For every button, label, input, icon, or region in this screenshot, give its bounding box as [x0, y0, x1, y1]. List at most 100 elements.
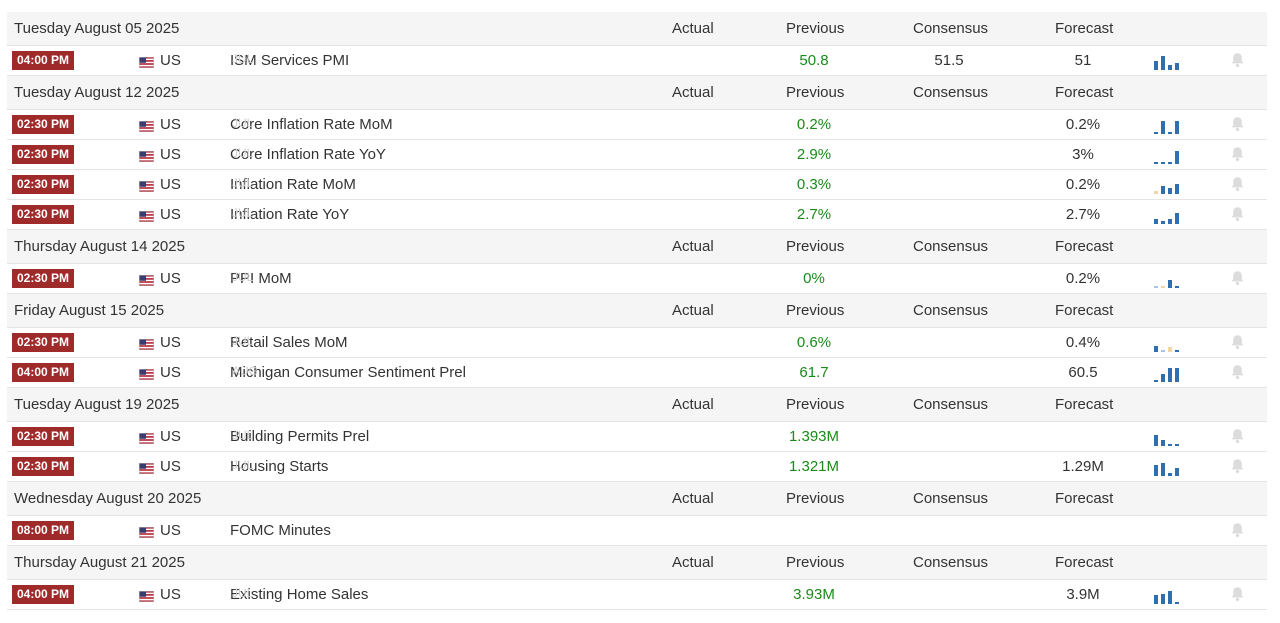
column-header-previous: Previous	[786, 490, 845, 507]
sparkline-bar	[1168, 473, 1172, 476]
event-row[interactable]: 02:30 PM US Building Permits Prel JUL 1.393M	[7, 422, 1267, 452]
column-header-forecast: Forecast	[1055, 554, 1114, 571]
sparkline-bar	[1175, 184, 1179, 194]
sparkline-bar	[1175, 121, 1179, 134]
bell-icon[interactable]	[1230, 428, 1245, 444]
sparkline-bar	[1175, 468, 1179, 476]
event-title: FOMC Minutes	[230, 522, 331, 539]
us-flag-icon	[139, 525, 154, 538]
column-header-consensus: Consensus	[913, 302, 989, 319]
sparkline-chart[interactable]	[1154, 143, 1184, 164]
sparkline-chart[interactable]	[1154, 455, 1184, 476]
sparkline-bar	[1161, 374, 1165, 382]
sparkline-bar	[1168, 162, 1172, 164]
time-badge: 04:00 PM	[12, 363, 74, 382]
us-flag-icon	[139, 461, 154, 474]
event-row[interactable]: 02:30 PM US Inflation Rate YoY JUL 2.7% 2.7%	[7, 200, 1267, 230]
event-row[interactable]: 02:30 PM US Core Inflation Rate YoY JUL 2.9%…	[7, 140, 1267, 170]
sparkline-chart[interactable]	[1154, 361, 1184, 382]
event-row[interactable]: 04:00 PM US Existing Home Sales JUL 3.93M 3.9…	[7, 580, 1267, 610]
previous-value: 2.7%	[796, 206, 832, 223]
time-badge: 02:30 PM	[12, 115, 74, 134]
sparkline-bar	[1154, 465, 1158, 476]
reference-period: JUL	[232, 116, 254, 130]
sparkline-chart[interactable]	[1154, 203, 1184, 224]
bell-icon[interactable]	[1230, 116, 1245, 132]
sparkline-chart[interactable]	[1154, 267, 1184, 288]
forecast-value: 3%	[1072, 146, 1094, 163]
sparkline-bar	[1168, 591, 1172, 604]
sparkline-bar	[1154, 162, 1158, 164]
bell-icon[interactable]	[1230, 270, 1245, 286]
event-row[interactable]: 04:00 PM US Michigan Consumer Sentiment Pr…	[7, 358, 1267, 388]
date-header: Tuesday August 05 2025 Actual Previous Cons…	[7, 12, 1267, 46]
sparkline-chart[interactable]	[1154, 331, 1184, 352]
reference-period: JUL	[232, 146, 254, 160]
bell-icon[interactable]	[1230, 176, 1245, 192]
event-row[interactable]: 02:30 PM US Inflation Rate MoM JUL 0.3% 0.2%	[7, 170, 1267, 200]
column-header-previous: Previous	[786, 302, 845, 319]
bell-icon[interactable]	[1230, 364, 1245, 380]
sparkline-bar	[1161, 121, 1165, 134]
country-label: US	[160, 206, 181, 223]
column-header-forecast: Forecast	[1055, 490, 1114, 507]
sparkline-chart[interactable]	[1154, 113, 1184, 134]
column-header-forecast: Forecast	[1055, 20, 1114, 37]
previous-value: 0%	[803, 270, 825, 287]
bell-icon[interactable]	[1230, 52, 1245, 68]
sparkline-bar	[1175, 286, 1179, 288]
event-row[interactable]: 04:00 PM US ISM Services PMI JUL 50.8 51.5 51	[7, 46, 1267, 76]
reference-period: JUL	[232, 176, 254, 190]
column-header-forecast: Forecast	[1055, 84, 1114, 101]
economic-calendar: Tuesday August 05 2025 Actual Previous Cons…	[7, 12, 1267, 610]
forecast-value: 0.2%	[1065, 116, 1101, 133]
date-label: Thursday August 14 2025	[14, 238, 185, 255]
forecast-value: 3.9M	[1066, 586, 1100, 603]
time-badge: 02:30 PM	[12, 175, 74, 194]
sparkline-bar	[1161, 221, 1165, 224]
time-badge: 02:30 PM	[12, 333, 74, 352]
sparkline-bar	[1168, 368, 1172, 382]
previous-value: 50.8	[799, 52, 829, 69]
sparkline-chart[interactable]	[1154, 583, 1184, 604]
event-row[interactable]: 02:30 PM US Core Inflation Rate MoM JUL 0.2%…	[7, 110, 1267, 140]
column-header-previous: Previous	[786, 396, 845, 413]
sparkline-bar	[1154, 286, 1158, 288]
previous-value: 1.393M	[788, 428, 840, 445]
reference-period: JUL	[232, 586, 254, 600]
column-header-actual: Actual	[672, 20, 714, 37]
bell-icon[interactable]	[1230, 206, 1245, 222]
event-row[interactable]: 08:00 PM US FOMC Minutes	[7, 516, 1267, 546]
sparkline-chart[interactable]	[1154, 173, 1184, 194]
bell-icon[interactable]	[1230, 458, 1245, 474]
time-badge: 02:30 PM	[12, 269, 74, 288]
bell-icon[interactable]	[1230, 146, 1245, 162]
sparkline-bar	[1168, 132, 1172, 134]
previous-value: 1.321M	[788, 458, 840, 475]
us-flag-icon	[139, 149, 154, 162]
bell-icon[interactable]	[1230, 334, 1245, 350]
sparkline-bar	[1175, 602, 1179, 604]
event-row[interactable]: 02:30 PM US Housing Starts JUL 1.321M 1.29M	[7, 452, 1267, 482]
sparkline-bar	[1154, 346, 1158, 352]
date-header: Thursday August 21 2025 Actual Previous Con…	[7, 546, 1267, 580]
us-flag-icon	[139, 367, 154, 380]
sparkline-bar	[1175, 368, 1179, 382]
previous-value: 3.93M	[793, 586, 835, 603]
event-row[interactable]: 02:30 PM US Retail Sales MoM JUL 0.6% 0.4%	[7, 328, 1267, 358]
sparkline-chart[interactable]	[1154, 425, 1184, 446]
country-label: US	[160, 146, 181, 163]
forecast-value: 2.7%	[1065, 206, 1101, 223]
sparkline-chart[interactable]	[1154, 49, 1184, 70]
date-label: Tuesday August 19 2025	[14, 396, 180, 413]
forecast-value: 1.29M	[1062, 458, 1104, 475]
sparkline-bar	[1154, 219, 1158, 224]
country-label: US	[160, 364, 181, 381]
sparkline-bar	[1175, 350, 1179, 352]
bell-icon[interactable]	[1230, 522, 1245, 538]
forecast-value: 0.2%	[1065, 176, 1101, 193]
date-header: Tuesday August 19 2025 Actual Previous Cons…	[7, 388, 1267, 422]
bell-icon[interactable]	[1230, 586, 1245, 602]
column-header-previous: Previous	[786, 84, 845, 101]
event-row[interactable]: 02:30 PM US PPI MoM JUL 0% 0.2%	[7, 264, 1267, 294]
